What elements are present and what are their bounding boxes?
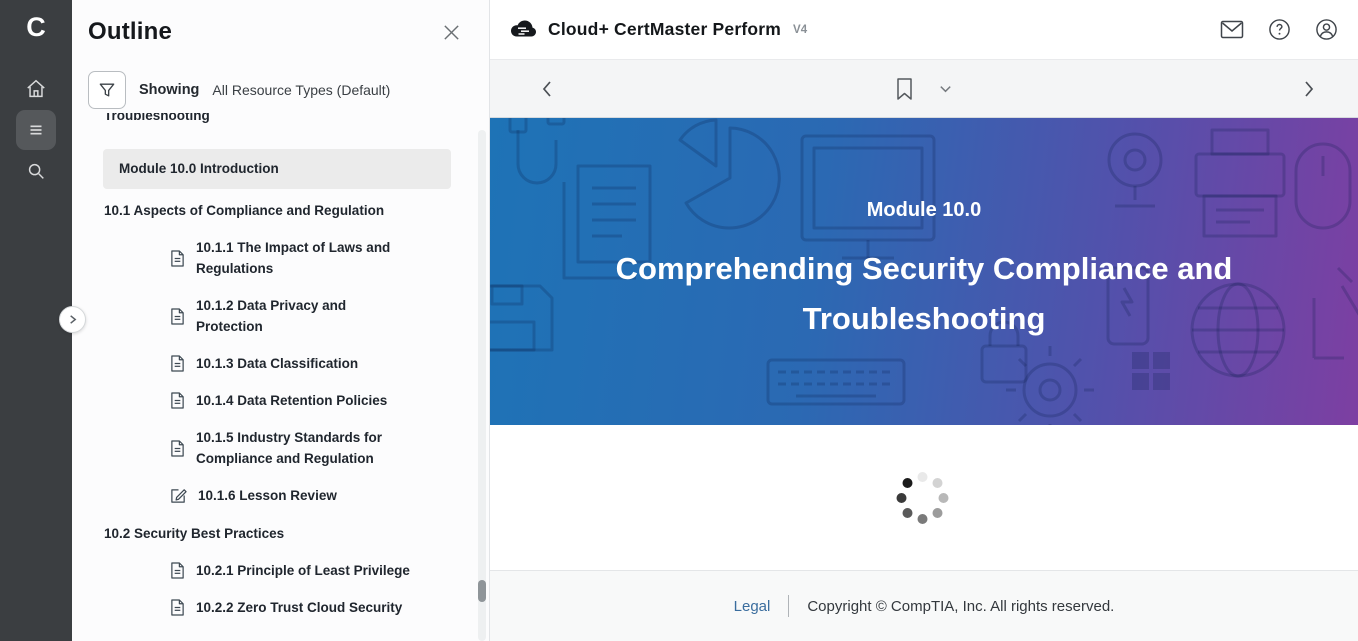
bookmark-icon (895, 77, 914, 101)
footer-divider (788, 595, 789, 617)
document-icon (170, 562, 185, 579)
spinner-dot (933, 478, 943, 488)
document-icon (170, 355, 185, 372)
help-button[interactable] (1268, 18, 1291, 41)
outline-item-label: 10.1.3 Data Classification (196, 353, 358, 374)
spinner-dot (903, 478, 913, 488)
spinner-dot (918, 514, 928, 524)
loading-spinner (898, 473, 948, 523)
outline-section[interactable]: 10.2 Security Best Practices (72, 524, 489, 544)
chevron-right-icon (1298, 79, 1318, 99)
outline-item[interactable]: 10.2.2 Zero Trust Cloud Security (72, 597, 489, 618)
product-title: Cloud+ CertMaster Perform (548, 19, 781, 40)
chevron-down-icon (938, 81, 953, 96)
chevron-right-icon (67, 314, 78, 325)
outline-item-label: 10.1.5 Industry Standards for Compliance… (196, 427, 414, 469)
outline-scrollbar-thumb[interactable] (478, 580, 486, 602)
module-hero-banner: Module 10.0 Comprehending Security Compl… (490, 118, 1358, 425)
lesson-review-icon (170, 487, 187, 504)
outline-item-label: 10.1.2 Data Privacy and Protection (196, 295, 414, 337)
outline-item-label: 10.1.6 Lesson Review (198, 485, 337, 506)
menu-icon (25, 119, 47, 141)
outline-list: Troubleshooting Module 10.0 Introduction… (72, 113, 489, 625)
main-content: Cloud+ CertMaster Perform V4 (490, 0, 1358, 641)
outline-section[interactable]: 10.1 Aspects of Compliance and Regulatio… (72, 201, 489, 221)
outline-item[interactable]: 10.1.5 Industry Standards for Compliance… (72, 427, 489, 469)
outline-item[interactable]: 10.1.4 Data Retention Policies (72, 390, 489, 411)
messages-button[interactable] (1220, 20, 1244, 39)
outline-item[interactable]: 10.1.3 Data Classification (72, 353, 489, 374)
outline-panel: Outline Showing All Resource Types (Defa… (72, 0, 490, 641)
product-version: V4 (793, 24, 807, 36)
comptia-logo: C (26, 14, 46, 41)
document-icon (170, 308, 185, 325)
lesson-content-area (490, 425, 1358, 570)
bookmark-button[interactable] (895, 77, 914, 101)
close-icon (442, 23, 461, 42)
outline-item-label: 10.2.2 Zero Trust Cloud Security (196, 597, 402, 618)
envelope-icon (1220, 20, 1244, 39)
panel-expand-button[interactable] (59, 306, 86, 333)
search-icon (25, 160, 47, 182)
page-footer: Legal Copyright © CompTIA, Inc. All righ… (490, 570, 1358, 641)
close-outline-button[interactable] (438, 19, 465, 46)
filter-showing-label: Showing (139, 82, 199, 98)
outline-item-label: 10.1.4 Data Retention Policies (196, 390, 387, 411)
lesson-toolbar (490, 60, 1358, 118)
help-icon (1268, 18, 1291, 41)
sidebar-item-search[interactable] (16, 151, 56, 191)
filter-funnel-icon (97, 80, 117, 100)
outline-item-selected[interactable]: Module 10.0 Introduction (103, 149, 451, 189)
legal-link[interactable]: Legal (734, 598, 771, 615)
spinner-dot (933, 508, 943, 518)
outline-item-label: 10.2.1 Principle of Least Privilege (196, 560, 410, 581)
home-icon (25, 78, 47, 100)
sidebar-item-outline[interactable] (16, 110, 56, 150)
spinner-dot (918, 472, 928, 482)
outline-section-partial[interactable]: Troubleshooting (72, 113, 489, 126)
outline-panel-title: Outline (88, 18, 172, 46)
spinner-dot (897, 493, 907, 503)
outline-item[interactable]: 10.1.2 Data Privacy and Protection (72, 295, 489, 337)
user-icon (1315, 18, 1338, 41)
module-title: Comprehending Security Compliance and Tr… (544, 244, 1304, 344)
document-icon (170, 250, 185, 267)
outline-scrollbar[interactable] (478, 130, 486, 641)
account-button[interactable] (1315, 18, 1338, 41)
app-header: Cloud+ CertMaster Perform V4 (490, 0, 1358, 60)
filter-button[interactable] (88, 71, 126, 109)
product-brand: Cloud+ CertMaster Perform V4 (510, 19, 807, 40)
filter-current-value: All Resource Types (Default) (212, 82, 390, 98)
bookmark-menu-button[interactable] (938, 81, 953, 96)
spinner-dot (903, 508, 913, 518)
document-icon (170, 392, 185, 409)
cloud-icon (510, 19, 538, 40)
document-icon (170, 440, 185, 457)
outline-item[interactable]: 10.2.1 Principle of Least Privilege (72, 560, 489, 581)
document-icon (170, 599, 185, 616)
copyright-text: Copyright © CompTIA, Inc. All rights res… (807, 598, 1114, 615)
outline-item[interactable]: 10.1.1 The Impact of Laws and Regulation… (72, 237, 489, 279)
sidebar-item-home[interactable] (16, 69, 56, 109)
outline-item-label: 10.1.1 The Impact of Laws and Regulation… (196, 237, 414, 279)
module-number-label: Module 10.0 (867, 199, 981, 222)
spinner-dot (939, 493, 949, 503)
outline-item[interactable]: 10.1.6 Lesson Review (72, 485, 489, 506)
next-page-button[interactable] (1298, 79, 1318, 99)
